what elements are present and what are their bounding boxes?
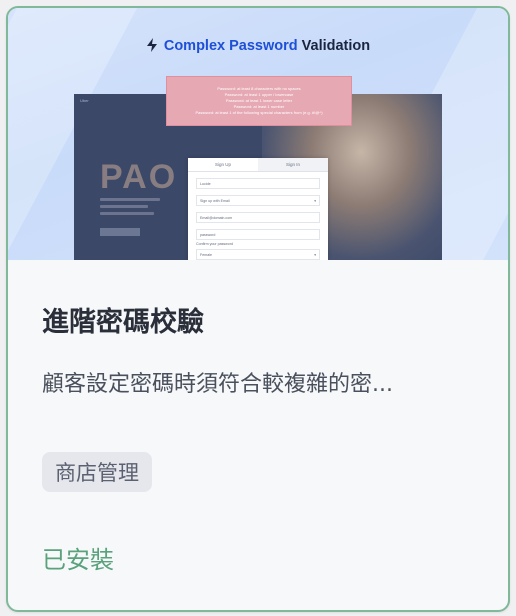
tab-sign-up: Sign Up	[188, 158, 258, 171]
signup-tabs: Sign Up Sign In	[188, 158, 328, 172]
chevron-down-icon: ▾	[314, 252, 316, 257]
logo-icon	[146, 38, 157, 52]
hero-title-suffix: Validation	[301, 38, 371, 54]
app-hero-image: Complex Password Validation Uber PAO Pas…	[8, 8, 508, 260]
mockup-brand: PAO	[100, 158, 178, 196]
hero-title: Complex Password Validation	[8, 38, 508, 54]
password-rule: Password: at least 1 of the following sp…	[195, 110, 323, 115]
tab-sign-in: Sign In	[258, 158, 328, 171]
form-field: Sign up with Email ▾	[196, 195, 320, 206]
confirm-password-label: Confirm your password	[196, 242, 233, 246]
form-field: Lucide	[196, 178, 320, 189]
category-tag[interactable]: 商店管理	[42, 452, 152, 492]
chevron-down-icon: ▾	[314, 198, 316, 203]
app-title: 進階密碼校驗	[42, 307, 204, 338]
form-field: password	[196, 229, 320, 240]
mockup-nav-text: Uber	[80, 98, 89, 103]
form-select: Female ▾	[196, 249, 320, 260]
signup-form-mockup: Sign Up Sign In Lucide Sign up with Emai…	[188, 158, 328, 260]
password-error-banner: Password: at least 8 characters with no …	[166, 76, 352, 126]
hero-title-prefix: Complex Password	[163, 38, 298, 54]
app-card[interactable]: Complex Password Validation Uber PAO Pas…	[6, 6, 510, 612]
install-status: 已安裝	[42, 546, 114, 574]
form-field: Email@domain.com	[196, 212, 320, 223]
mockup-button	[100, 228, 140, 236]
app-description: 顧客設定密碼時須符合較複雜的密...	[42, 372, 393, 397]
mockup-subtext	[100, 198, 170, 219]
